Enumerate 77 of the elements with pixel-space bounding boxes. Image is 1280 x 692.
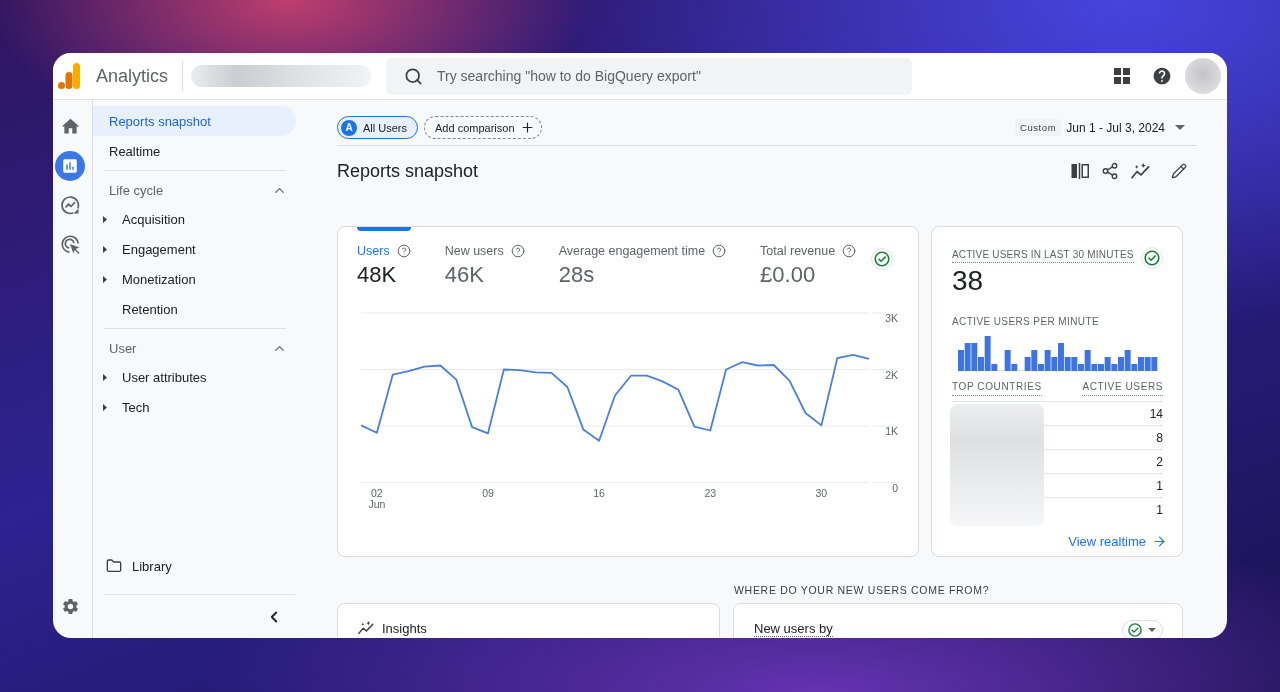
check-circle-icon [1141,247,1163,269]
table-cell: 1 [1044,474,1163,498]
section-heading: WHERE DO YOUR NEW USERS COME FROM? [734,583,990,597]
metric-tab[interactable]: Users 48K [357,227,411,290]
nav-item[interactable]: Engagement [93,234,296,264]
settings-icon[interactable] [61,597,80,616]
rail-button[interactable] [55,150,85,181]
axis-tick-label: 09 [482,487,494,499]
dropdown-caret-icon [1175,125,1185,130]
help-icon[interactable] [842,244,857,258]
chart-circle-icon [60,195,80,215]
column-header: TOP COUNTRIES [952,381,1042,396]
library-item[interactable]: Library [93,551,296,581]
sparkle-trend-icon [358,621,374,635]
table-cell: 2 [1044,450,1163,474]
help-icon[interactable] [396,244,411,258]
check-circle-icon [1128,623,1142,637]
nav-item[interactable]: User attributes [93,362,296,392]
dropdown-caret-icon [1148,628,1156,632]
metric-tab[interactable]: New users 46K [444,227,525,290]
axis-tick-label: 3K [885,312,898,324]
search-icon [404,66,423,86]
table-cell-text: 1 [1155,502,1163,519]
apps-grid-icon[interactable] [1114,68,1130,84]
page-title: Reports snapshot [337,160,479,182]
caret-right-icon [103,373,107,381]
bar-chart-icon [61,156,79,175]
column-header: ACTIVE USERS [1082,381,1163,396]
axis-tick-label: 0 [892,481,898,494]
sparkle-trend-icon[interactable] [1131,162,1150,180]
arrow-right-icon [1152,534,1167,549]
nav-section-header[interactable]: User [93,334,296,362]
bar-logo-icon [58,63,80,89]
nav-item[interactable]: Reports snapshot [93,106,296,136]
app-name: Analytics [96,65,169,87]
cursor-click-icon [60,235,80,254]
card-subheading: ACTIVE USERS PER MINUTE [952,315,1099,329]
metric-tab[interactable]: Average engagement time 28s [558,227,727,290]
view-realtime-link[interactable]: View realtime [1068,534,1167,549]
axis-tick-label: 02 Jun [368,487,386,510]
nav-item[interactable]: Acquisition [93,204,296,234]
help-icon[interactable] [712,244,727,258]
split-columns-icon[interactable] [1071,163,1089,179]
card-heading: ACTIVE USERS IN LAST 30 MINUTES [952,249,1134,263]
metric-tab[interactable]: Total revenue £0.00 [760,227,857,290]
active-users-value: 38 [952,266,984,296]
table-cell: 8 [1044,426,1163,450]
axis-tick-label: 30 [815,487,828,499]
caret-right-icon [103,245,107,253]
segment-chip[interactable]: A All Users [337,116,418,139]
axis-tick-label: 2K [885,368,898,381]
nav-item[interactable]: Retention [93,294,296,324]
check-circle-icon [871,248,893,270]
help-icon[interactable] [510,244,525,258]
caret-right-icon [103,215,107,223]
table-cell: 14 [1044,402,1163,426]
axis-tick-label: 16 [593,487,605,499]
quality-dropdown[interactable] [1122,620,1163,638]
nav-item[interactable]: Tech [93,392,296,422]
segment-letter-badge: A [341,119,357,136]
caret-right-icon [103,403,107,411]
date-range-button[interactable]: Jun 1 - Jul 3, 2024 [1066,120,1185,135]
nav-section-header[interactable]: Life cycle [93,176,296,204]
plus-icon [519,120,535,135]
card-title: Insights [382,621,427,636]
axis-tick-label: 23 [704,487,717,499]
share-icon[interactable] [1101,162,1119,180]
search-field[interactable]: Try searching "how to do BigQuery export" [386,57,912,95]
axis-tick-label: 1K [885,425,898,437]
pencil-icon[interactable] [1171,163,1187,179]
folder-icon [106,558,122,574]
preset-label: Custom [1014,119,1062,136]
help-icon[interactable] [1152,66,1172,86]
nav-item[interactable]: Realtime [93,136,296,166]
card-title: New users by [754,621,833,637]
caret-right-icon [103,275,107,283]
nav-item[interactable]: Monetization [93,264,296,294]
